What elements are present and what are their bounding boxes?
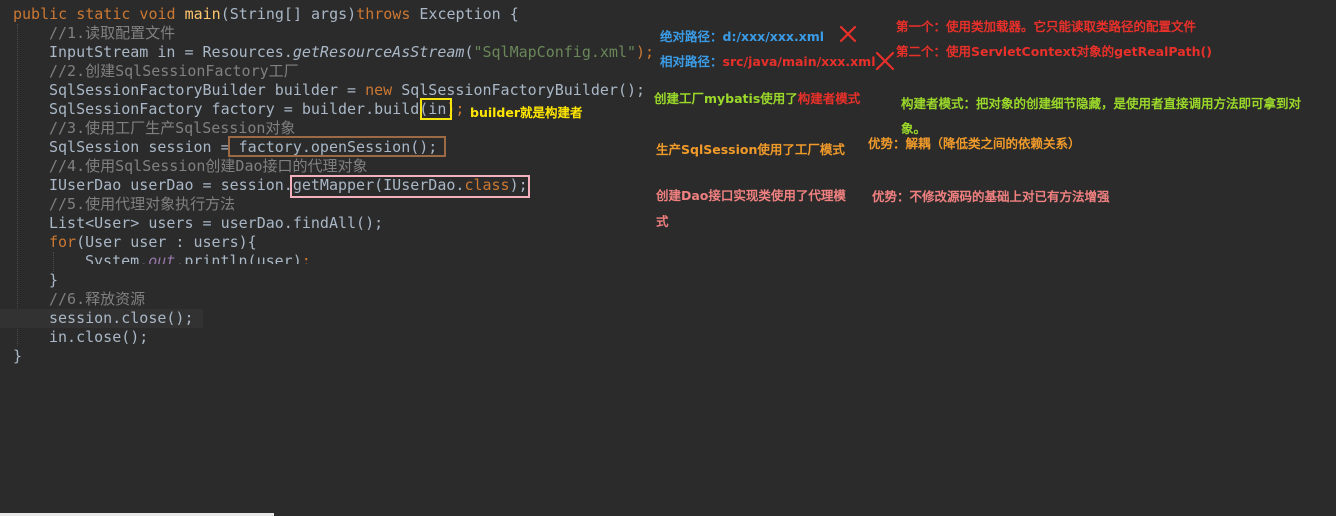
static-field: out bbox=[148, 252, 176, 264]
keyword: throws bbox=[356, 5, 411, 23]
factory-builder-prefix: 创建工厂mybatis使用了 bbox=[654, 91, 798, 106]
code-text: .println(user) bbox=[175, 252, 302, 264]
string-literal: "SqlMapConfig.xml" bbox=[473, 43, 637, 61]
code-line-2: //1.读取配置文件 bbox=[49, 24, 175, 43]
code-line-11: //5.使用代理对象执行方法 bbox=[49, 195, 235, 214]
builder-pattern-description: 构建者模式：把对象的创建细节隐藏，是使用者直接调用方法即可拿到对象。 bbox=[901, 96, 1302, 136]
factory-builder-note: 创建工厂mybatis使用了构建者模式 bbox=[654, 91, 860, 107]
code-line-9: //4.使用SqlSession创建Dao接口的代理对象 bbox=[49, 157, 368, 176]
relative-path-label: 相对路径： bbox=[660, 54, 723, 69]
code-line-6: SqlSessionFactory factory = builder.buil… bbox=[49, 100, 464, 119]
first-option-note: 第一个：使用类加载器。它只能读取类路径的配置文件 bbox=[896, 19, 1197, 34]
absolute-path-note: 绝对路径：d:/xxx/xxx.xml bbox=[660, 29, 824, 45]
cross-mark-icon bbox=[875, 51, 895, 71]
code-line-18: in.close(); bbox=[49, 328, 148, 347]
second-option-note: 第二个：使用ServletContext对象的getRealPath() bbox=[896, 44, 1212, 59]
code-comment: //2.创建SqlSessionFactory工厂 bbox=[49, 62, 299, 80]
relative-path-value: src/java/main/xxx.xml bbox=[722, 54, 876, 69]
code-line-17: session.close(); bbox=[0, 309, 203, 328]
code-text: Exception { bbox=[410, 5, 519, 23]
code-editor[interactable]: public static void main(String[] args)th… bbox=[0, 0, 1336, 516]
code-line-1: public static void main(String[] args)th… bbox=[13, 5, 519, 24]
code-text: SqlSession session = bbox=[49, 138, 239, 156]
proxy-advantage-note: 优势：不修改源码的基础上对已有方法增强 bbox=[872, 189, 1110, 204]
keyword: public static void bbox=[13, 5, 185, 23]
builder-note: builder就是构建者 bbox=[470, 105, 583, 120]
code-text: ); bbox=[636, 43, 655, 61]
relative-path-note: 相对路径：src/java/main/xxx.xml bbox=[660, 54, 875, 70]
code-comment: //6.释放资源 bbox=[49, 290, 146, 308]
indent-guide bbox=[53, 252, 54, 272]
code-comment: //3.使用工厂生产SqlSession对象 bbox=[49, 119, 296, 137]
code-line-5: SqlSessionFactoryBuilder builder = new S… bbox=[49, 81, 645, 100]
code-line-12: List<User> users = userDao.findAll(); bbox=[49, 214, 383, 233]
absolute-path-value: d:/xxx/xxx.xml bbox=[722, 29, 825, 44]
code-line-19: } bbox=[13, 347, 22, 366]
code-text: (String[] args) bbox=[220, 5, 357, 23]
code-text: SqlSessionFactory factory = builder.buil… bbox=[49, 100, 429, 118]
builder-pattern-term: 构建者模式 bbox=[797, 91, 861, 106]
code-comment: //5.使用代理对象执行方法 bbox=[49, 195, 236, 213]
code-text: System. bbox=[85, 252, 149, 264]
code-comment: //4.使用SqlSession创建Dao接口的代理对象 bbox=[49, 157, 368, 175]
code-text: ; bbox=[301, 252, 311, 264]
factory-advantage-note: 优势：解耦（降低类之间的依赖关系） bbox=[868, 136, 1081, 151]
highlight-box-open-session bbox=[228, 136, 446, 157]
cross-mark-icon bbox=[839, 25, 857, 43]
method-name: main bbox=[184, 5, 221, 23]
method-call: getResourceAsStream bbox=[292, 43, 465, 61]
code-text: IUserDao userDao = session. bbox=[49, 176, 293, 194]
code-text: } bbox=[13, 347, 23, 365]
code-text: SqlSessionFactoryBuilder(); bbox=[392, 81, 646, 99]
session-factory-note: 生产SqlSession使用了工厂模式 bbox=[656, 142, 845, 157]
keyword: for bbox=[49, 233, 77, 251]
code-text: InputStream in = Resources. bbox=[49, 43, 293, 61]
code-line-16: //6.释放资源 bbox=[49, 290, 145, 309]
code-line-13: for(User user : users){ bbox=[49, 233, 257, 252]
code-line-15: } bbox=[49, 271, 58, 290]
keyword: new bbox=[365, 81, 393, 99]
absolute-path-label: 绝对路径： bbox=[660, 29, 723, 44]
code-line-3: InputStream in = Resources.getResourceAs… bbox=[49, 43, 654, 62]
highlight-box-get-mapper bbox=[290, 175, 530, 198]
highlight-box-in bbox=[420, 98, 452, 120]
code-line-4: //2.创建SqlSessionFactory工厂 bbox=[49, 62, 299, 81]
code-text: List<User> users = userDao.findAll(); bbox=[49, 214, 384, 232]
code-line-14: System.out.println(user); bbox=[85, 252, 311, 264]
code-text: session.close(); bbox=[49, 309, 194, 327]
code-text: (User user : users){ bbox=[76, 233, 257, 251]
code-text: } bbox=[49, 271, 59, 289]
code-text: SqlSessionFactoryBuilder builder = bbox=[49, 81, 366, 99]
proxy-pattern-note: 创建Dao接口实现类使用了代理模式 bbox=[656, 188, 846, 229]
indent-guide bbox=[17, 24, 18, 346]
code-comment: //1.读取配置文件 bbox=[49, 24, 176, 42]
code-text: in.close(); bbox=[49, 328, 149, 346]
